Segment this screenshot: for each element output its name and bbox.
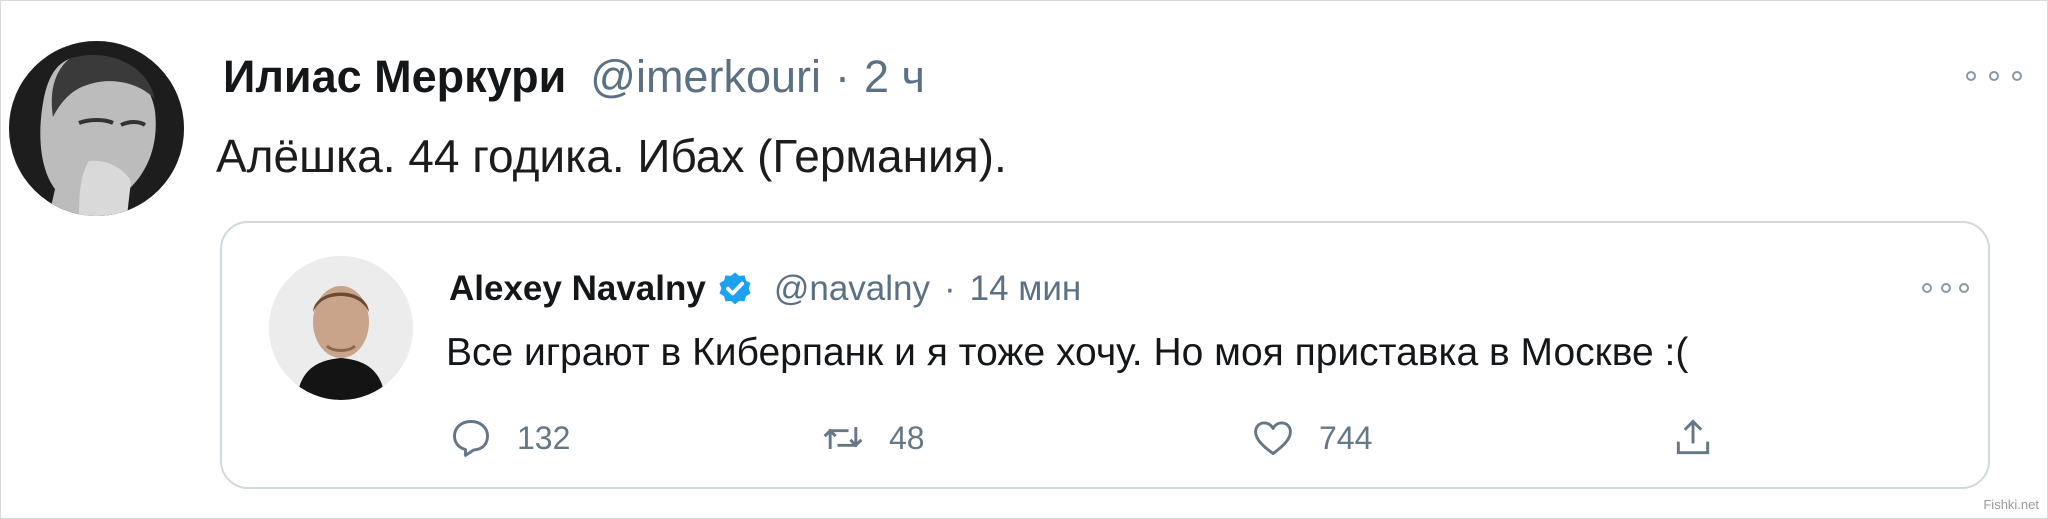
retweet-icon xyxy=(823,427,863,449)
share-button[interactable] xyxy=(1671,413,1739,463)
author-avatar[interactable] xyxy=(9,41,184,216)
verified-badge-icon xyxy=(719,272,751,305)
header-separator: · xyxy=(834,51,850,102)
quoted-more-options-icon[interactable] xyxy=(1922,279,1969,297)
tweet-header: Илиас Меркури @imerkouri · 2 ч xyxy=(223,51,925,111)
avatar-photo xyxy=(9,41,184,216)
like-icon xyxy=(1254,421,1292,456)
reply-count: 132 xyxy=(517,419,571,456)
dot-icon xyxy=(1922,283,1932,293)
dot-icon xyxy=(2012,71,2022,81)
dot-icon xyxy=(1940,283,1951,293)
author-handle[interactable]: @imerkouri xyxy=(590,51,821,103)
dot-icon xyxy=(1959,283,1969,293)
more-options-icon[interactable] xyxy=(1966,65,2022,87)
watermark: Fishki.net xyxy=(1983,497,2039,512)
like-count: 744 xyxy=(1319,419,1373,456)
like-button[interactable]: 744 xyxy=(1251,413,1372,463)
avatar-photo xyxy=(269,256,413,400)
tweet-text: Алёшка. 44 годика. Ибах (Германия). xyxy=(216,130,1007,182)
reply-icon xyxy=(453,420,489,457)
quoted-tweet-text: Все играют в Киберпанк и я тоже хочу. Но… xyxy=(446,331,1689,374)
dot-icon xyxy=(1966,71,1976,81)
quoted-author-avatar[interactable] xyxy=(269,256,413,400)
quoted-author-name[interactable]: Alexey Navalny xyxy=(449,269,706,309)
quoted-author-handle[interactable]: @navalny xyxy=(774,269,930,309)
tweet-time[interactable]: 2 ч xyxy=(864,51,925,103)
dot-icon xyxy=(1989,71,1999,81)
retweet-button[interactable]: 48 xyxy=(821,413,925,463)
author-name[interactable]: Илиас Меркури xyxy=(223,51,566,103)
quoted-tweet-header: Alexey Navalny @navalny · 14 мин xyxy=(449,264,1081,314)
share-icon xyxy=(1676,419,1710,455)
quoted-tweet-time[interactable]: 14 мин xyxy=(970,269,1082,309)
retweet-count: 48 xyxy=(889,419,925,456)
screenshot-frame: Илиас Меркури @imerkouri · 2 ч Алёшка. 4… xyxy=(0,0,2048,519)
reply-button[interactable]: 132 xyxy=(449,413,570,463)
header-separator: · xyxy=(944,269,956,308)
